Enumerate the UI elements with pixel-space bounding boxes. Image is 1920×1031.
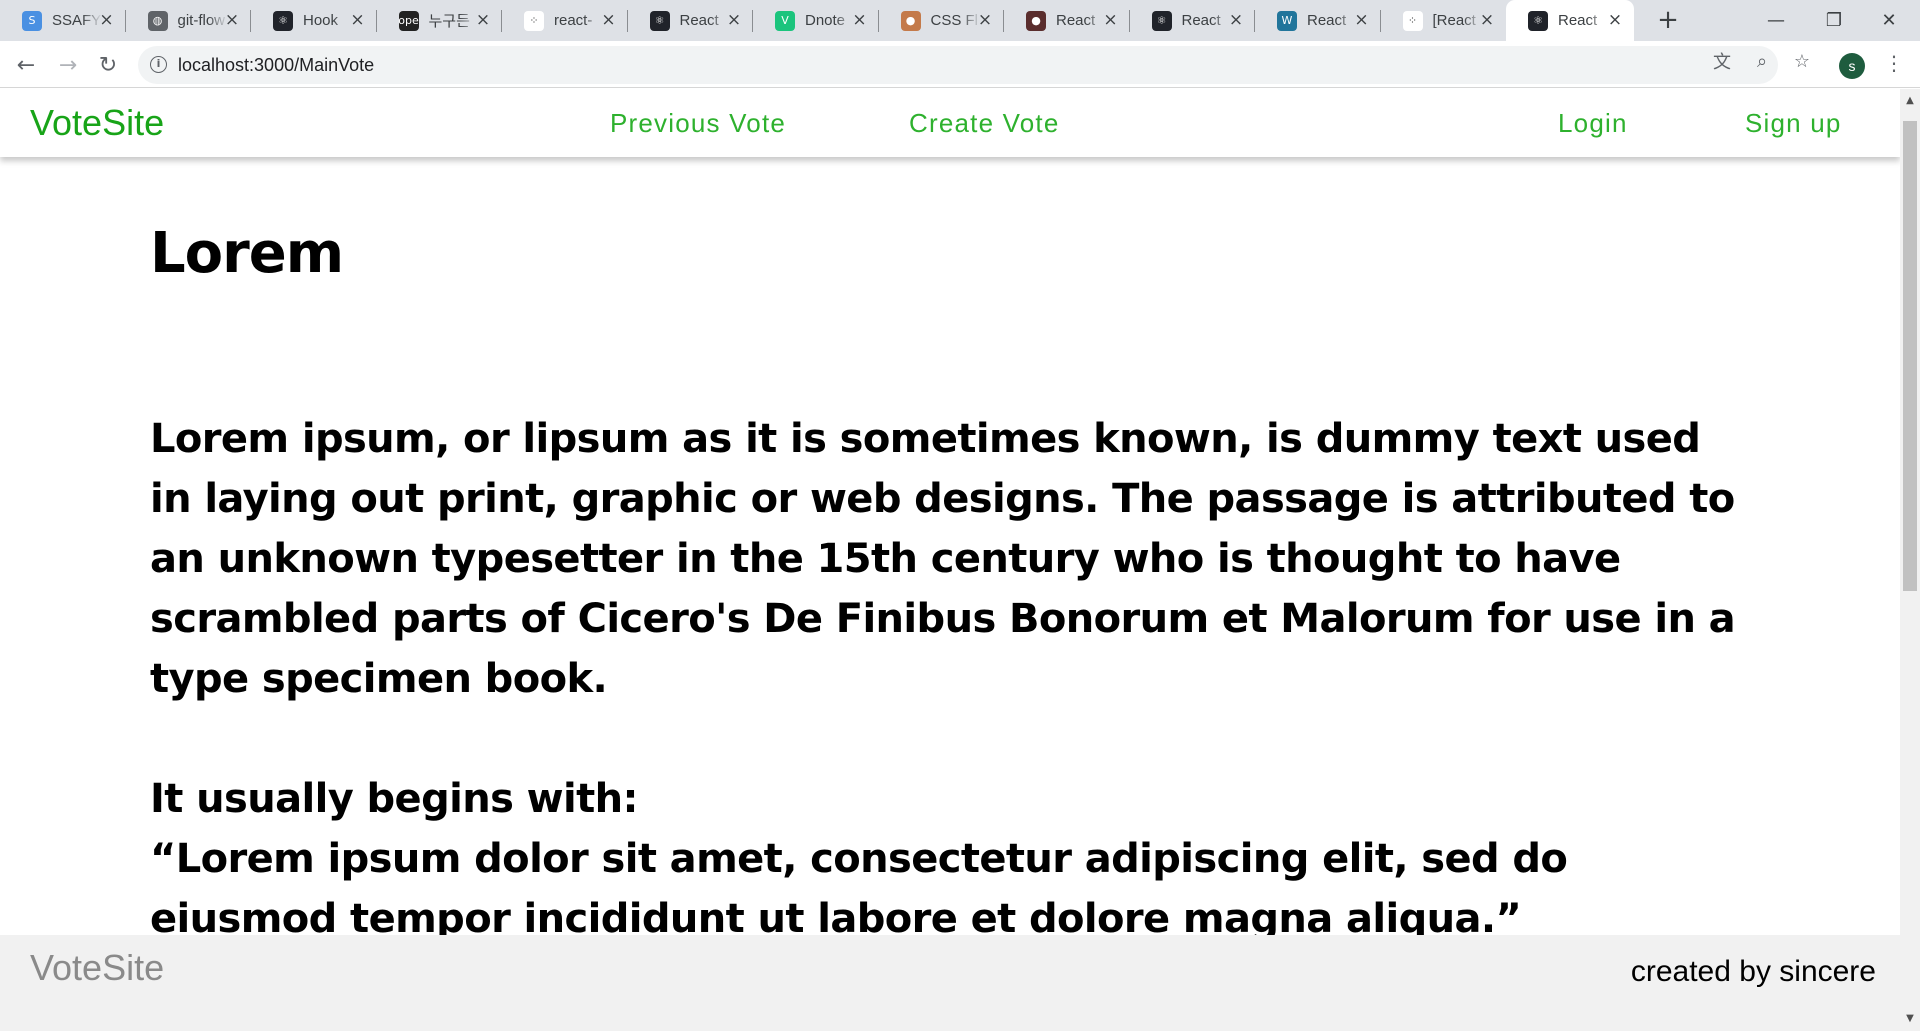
main-content: Lorem Lorem ipsum, or lipsum as it is so…: [150, 219, 1750, 949]
scroll-down-arrow-icon[interactable]: ▼: [1904, 1013, 1916, 1025]
tab-close-icon[interactable]: ×: [1353, 11, 1371, 29]
tab-close-icon[interactable]: ×: [98, 11, 116, 29]
browser-toolbar: ← → ↻ i localhost:3000/MainVote 文 ⌕ ☆ s …: [0, 41, 1920, 88]
nav-previous-vote[interactable]: Previous Vote: [610, 108, 786, 139]
tab-title: React: [1307, 12, 1347, 29]
browser-tab[interactable]: ⚛ Hook ×: [251, 0, 377, 41]
browser-tab[interactable]: ⚛ React ×: [1130, 0, 1255, 41]
restore-button[interactable]: ❐: [1803, 0, 1865, 41]
profile-avatar[interactable]: s: [1839, 53, 1865, 79]
address-bar[interactable]: i localhost:3000/MainVote: [138, 46, 1778, 84]
close-window-button[interactable]: ✕: [1858, 0, 1920, 41]
footer-logo: VoteSite: [30, 947, 165, 988]
tab-close-icon[interactable]: ×: [600, 11, 618, 29]
tab-favicon-icon: ⚛: [273, 10, 293, 31]
tab-title: React: [1558, 12, 1598, 29]
tab-close-icon[interactable]: ×: [976, 11, 994, 29]
browser-tab[interactable]: ● React ×: [1004, 0, 1130, 41]
tab-title: react-: [554, 12, 593, 29]
tab-favicon-icon: ⚛: [1151, 10, 1172, 31]
browser-tab[interactable]: ope 누구든 ×: [377, 0, 502, 41]
address-url[interactable]: localhost:3000/MainVote: [178, 55, 374, 76]
browser-tab[interactable]: ⚛ React ×: [628, 0, 753, 41]
tab-close-icon[interactable]: ×: [725, 11, 743, 29]
tab-favicon-icon: W: [1277, 10, 1297, 31]
site-header: VoteSite Previous Vote Create Vote Login…: [0, 89, 1900, 157]
tab-favicon-icon: ●: [1026, 10, 1046, 31]
reload-icon[interactable]: ↻: [92, 49, 124, 81]
tab-favicon-icon: ⚛: [649, 10, 670, 31]
tab-close-icon[interactable]: ×: [1606, 11, 1624, 29]
tab-close-icon[interactable]: ×: [1102, 11, 1120, 29]
nav-create-vote[interactable]: Create Vote: [909, 108, 1060, 139]
nav-signup[interactable]: Sign up: [1745, 108, 1842, 139]
tab-title: React: [679, 12, 719, 29]
body-paragraph: Lorem ipsum, or lipsum as it is sometime…: [150, 416, 1736, 702]
forward-icon[interactable]: →: [52, 49, 84, 81]
browser-tab[interactable]: ⁘ react- ×: [502, 0, 628, 41]
nav-login[interactable]: Login: [1558, 108, 1628, 139]
footer-credit: created by sincere: [1630, 955, 1876, 988]
minimize-button[interactable]: —: [1745, 0, 1807, 41]
bookmark-star-icon[interactable]: ☆: [1790, 49, 1814, 73]
tab-title: SSAFY: [52, 12, 102, 29]
browser-menu-icon[interactable]: ⋮: [1884, 51, 1904, 79]
tab-close-icon[interactable]: ×: [223, 11, 241, 29]
tab-title: [React: [1432, 12, 1476, 29]
tab-title: Hook: [303, 12, 339, 29]
browser-tab-strip: S SSAFY × ◍ git-flow × ⚛ Hook × ope 누구든 × ⁘ react- × ⚛ R…: [0, 0, 1920, 41]
tab-title: React: [1056, 12, 1096, 29]
back-icon[interactable]: ←: [10, 49, 42, 81]
tab-title: CSS Fl: [930, 12, 979, 29]
browser-tab[interactable]: ◍ git-flow ×: [126, 0, 251, 41]
tab-favicon-icon: ⚛: [1528, 10, 1548, 31]
site-info-icon[interactable]: i: [150, 56, 167, 73]
browser-tab[interactable]: ⁘ [React ×: [1381, 0, 1507, 41]
tab-favicon-icon: ◍: [147, 10, 168, 31]
tab-close-icon[interactable]: ×: [1227, 11, 1245, 29]
tab-close-icon[interactable]: ×: [1478, 11, 1496, 29]
tab-favicon-icon: S: [22, 10, 42, 31]
page-title: Lorem: [150, 221, 344, 286]
tab-favicon-icon: ●: [900, 10, 921, 31]
body-paragraph-quote: “Lorem ipsum dolor sit amet, consectetur…: [150, 836, 1568, 942]
body-paragraph-lead: It usually begins with:: [150, 776, 638, 822]
site-footer: VoteSite created by sincere: [0, 935, 1900, 1031]
translate-icon[interactable]: 文: [1710, 49, 1734, 73]
site-logo[interactable]: VoteSite: [30, 102, 164, 144]
browser-tab[interactable]: W React ×: [1255, 0, 1381, 41]
tab-title: 누구든: [428, 13, 470, 30]
scroll-up-arrow-icon[interactable]: ▲: [1904, 95, 1916, 107]
page-viewport: VoteSite Previous Vote Create Vote Login…: [0, 89, 1900, 1031]
new-tab-button[interactable]: +: [1654, 6, 1682, 34]
tab-favicon-icon: V: [775, 10, 795, 31]
browser-tab[interactable]: ● CSS Fl ×: [879, 0, 1004, 41]
scrollbar-thumb[interactable]: [1903, 121, 1917, 591]
browser-tab[interactable]: S SSAFY ×: [0, 0, 126, 41]
zoom-icon[interactable]: ⌕: [1750, 49, 1774, 73]
tab-close-icon[interactable]: ×: [474, 11, 492, 29]
browser-tab[interactable]: ⚛ React ×: [1506, 0, 1634, 41]
tab-title: Dnote: [805, 12, 846, 29]
tab-close-icon[interactable]: ×: [851, 11, 869, 29]
tab-favicon-icon: ⁘: [524, 10, 544, 31]
tab-title: git-flow: [177, 12, 226, 29]
tab-favicon-icon: ⁘: [1402, 10, 1423, 31]
page-scrollbar[interactable]: ▲ ▼: [1900, 89, 1920, 1031]
tab-close-icon[interactable]: ×: [349, 11, 367, 29]
tab-favicon-icon: ope: [398, 10, 419, 31]
browser-tab[interactable]: V Dnote ×: [753, 0, 879, 41]
tab-title: React: [1181, 12, 1221, 29]
